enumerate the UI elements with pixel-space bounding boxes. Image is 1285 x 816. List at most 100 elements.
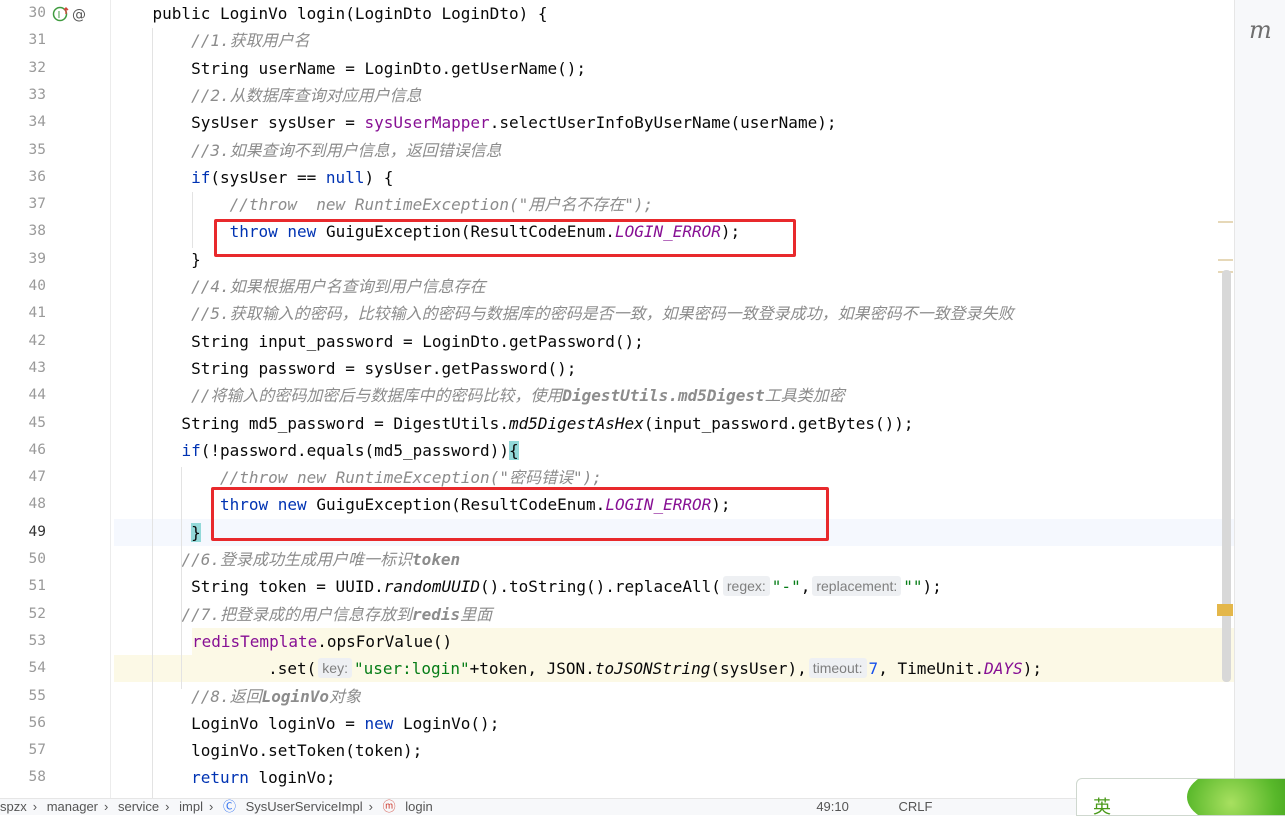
code-token: //6.登录成功生成用户唯一标识 [181,550,412,569]
line-number[interactable]: 35 [0,137,46,164]
code-token: ); [922,577,942,597]
line-number[interactable]: 47 [0,464,46,491]
code-token: //8.返回 [191,686,262,706]
breadcrumb-item[interactable]: service [118,799,159,815]
line-number[interactable]: 37 [0,191,46,218]
code-line[interactable]: String md5_password = DigestUtils.md5Dig… [114,410,1234,437]
code-line[interactable]: String input_password = LoginDto.getPass… [114,328,1234,355]
code-line[interactable]: //throw new RuntimeException("密码错误"); [114,464,1234,491]
code-line[interactable]: String userName = LoginDto.getUserName()… [114,55,1234,82]
line-number[interactable]: 41 [0,300,46,327]
line-number[interactable]: 42 [0,328,46,355]
panel-label[interactable]: m [1249,16,1272,44]
code-line[interactable]: //1.获取用户名 [114,27,1234,54]
code-token: DAYS [984,659,1023,679]
code-line[interactable]: //3.如果查询不到用户信息，返回错误信息 [114,137,1234,164]
code-line[interactable]: redisTemplate.opsForValue() [192,627,1234,655]
code-token: .selectUserInfoByUserName(userName); [489,113,837,133]
override-at-icon[interactable]: @ [72,7,86,23]
code-line[interactable]: return loginVo; [114,764,1234,791]
line-separator[interactable]: CRLF [899,799,933,815]
line-number[interactable]: 45 [0,410,46,437]
code-line[interactable]: //7.把登录成的用户信息存放到redis里面 [114,601,1234,628]
line-number[interactable]: 33 [0,82,46,109]
line-number[interactable]: 40 [0,273,46,300]
code-token: randomUUID [383,577,481,597]
code-line[interactable]: } [114,246,1234,273]
line-number[interactable]: 56 [0,710,46,737]
line-number[interactable]: 52 [0,601,46,628]
line-number[interactable]: 57 [0,737,46,764]
line-number[interactable]: 43 [0,355,46,382]
line-number[interactable]: 30 [0,0,46,27]
code-editor[interactable]: I @ 30 31 32 33 34 35 36 37 38 39 40 41 42 43 44 45 46 47… [0,0,1234,798]
gutter-icons[interactable]: I @ [52,5,86,23]
code-line[interactable]: .set(key: "user:login"+token, JSON.toJSON… [114,655,1234,683]
code-token: if [181,440,201,460]
breadcrumb: spzx › manager › service › impl › Ⓒ SysUserS… [0,798,1234,815]
code-line[interactable]: public LoginVo login(LoginDto LoginDto) … [114,0,1234,27]
code-token: String input_password = LoginDto.getPass… [114,331,644,351]
code-line[interactable]: throw new GuiguException(ResultCodeEnum.… [114,218,1234,245]
breadcrumb-item[interactable]: spzx [0,799,27,815]
breadcrumb-item[interactable]: impl [179,799,203,815]
code-line[interactable]: String token = UUID.randomUUID().toStrin… [114,573,1234,600]
stripe-mark [1218,259,1233,261]
line-number[interactable]: 51 [0,573,46,600]
code-line[interactable]: //8.返回LoginVo对象 [114,683,1234,710]
code-token: null [325,167,365,187]
code-line[interactable]: } [114,518,1234,546]
line-number[interactable]: 36 [0,164,46,191]
code-line[interactable]: loginVo.setToken(token); [114,737,1234,764]
code-line[interactable]: throw new GuiguException(ResultCodeEnum.… [114,491,1234,518]
breadcrumb-item[interactable]: manager [47,799,98,815]
code-token: (sysUser == [210,167,326,187]
line-number[interactable]: 55 [0,683,46,710]
code-line[interactable]: //throw new RuntimeException("用户名不存在"); [114,191,1234,218]
code-line[interactable]: LoginVo loginVo = new LoginVo(); [114,710,1234,737]
line-number[interactable]: 54 [0,655,46,682]
warning-stripe-mark[interactable] [1217,604,1233,616]
line-number[interactable]: 58 [0,764,46,791]
code-line[interactable]: SysUser sysUser = sysUserMapper.selectUs… [114,109,1234,136]
line-number[interactable]: 34 [0,109,46,136]
code-line[interactable]: String password = sysUser.getPassword(); [114,355,1234,382]
ime-indicator[interactable]: 英 [1076,778,1285,816]
breadcrumb-item[interactable]: SysUserServiceImpl [246,799,363,815]
line-number[interactable]: 31 [0,27,46,54]
line-number[interactable]: 32 [0,55,46,82]
line-number[interactable]: 53 [0,628,46,655]
svg-text:I: I [58,10,61,21]
parameter-hint: regex: [722,576,770,597]
line-number[interactable]: 48 [0,491,46,518]
code-token: 里面 [460,604,493,624]
code-token: if [191,167,211,187]
line-number[interactable]: 50 [0,546,46,573]
code-line[interactable]: if(!password.equals(md5_password)){ [114,437,1234,464]
caret-position[interactable]: 49:10 [816,799,849,815]
ime-language-label: 英 [1093,797,1111,816]
code-line[interactable]: //将输入的密码加密后与数据库中的密码比较，使用DigestUtils.md5D… [114,382,1234,409]
line-number[interactable]: 39 [0,246,46,273]
vertical-scrollbar[interactable] [1222,270,1231,682]
code-token: "user:login" [353,659,470,679]
code-line[interactable]: //6.登录成功生成用户唯一标识token [114,546,1234,573]
breadcrumb-item[interactable]: login [405,799,432,815]
implementation-up-icon[interactable]: I [52,6,69,22]
line-number[interactable]: 46 [0,437,46,464]
code-token: 7 [868,659,879,679]
code-line[interactable]: //4.如果根据用户名查询到用户信息存在 [114,273,1234,300]
code-token: sysUserMapper [364,113,490,133]
code-line[interactable]: //2.从数据库查询对应用户信息 [114,82,1234,109]
code-line[interactable]: //5.获取输入的密码，比较输入的密码与数据库的密码是否一致，如果密码一致登录成… [114,300,1234,327]
line-number[interactable]: 44 [0,382,46,409]
line-number[interactable]: 38 [0,218,46,245]
code-line[interactable]: if(sysUser == null) { [114,164,1234,191]
line-number[interactable]: 49 [0,519,46,546]
parameter-hint: key: [318,658,352,679]
